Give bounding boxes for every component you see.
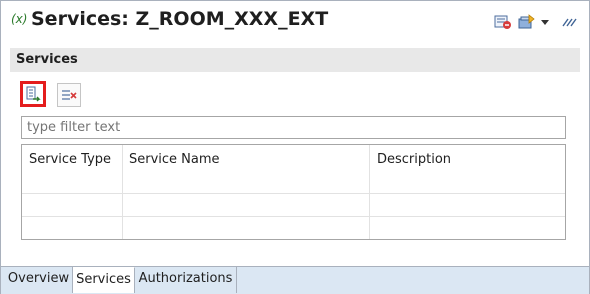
dropdown-arrow-icon[interactable] [539, 13, 551, 31]
remove-service-button[interactable] [57, 83, 81, 107]
variable-icon: (x) [11, 12, 28, 26]
section-title: Services [16, 52, 78, 67]
add-service-icon [26, 86, 41, 102]
activate-icon[interactable] [493, 13, 513, 31]
remove-service-icon [62, 90, 77, 100]
row-divider [22, 216, 565, 217]
row-divider [22, 193, 565, 194]
filter-input[interactable] [21, 116, 566, 139]
tab-overview[interactable]: Overview [5, 267, 73, 293]
tab-services[interactable]: Services [73, 267, 135, 293]
tab-authorizations[interactable]: Authorizations [135, 267, 237, 293]
editor-tabs: Overview Services Authorizations [1, 266, 589, 294]
services-section-header: Services [10, 48, 580, 72]
column-divider [122, 145, 123, 239]
editor-frame: (x) Services: Z_ROOM_XXX_EXT Services ty… [0, 0, 590, 294]
page-title: Services: Z_ROOM_XXX_EXT [31, 8, 329, 30]
publish-icon[interactable] [517, 13, 537, 31]
column-header-service-name[interactable]: Service Name [122, 145, 370, 175]
editor-header: (x) Services: Z_ROOM_XXX_EXT [1, 1, 589, 41]
services-table: Service Type Service Name Description [21, 144, 566, 240]
column-header-service-type[interactable]: Service Type [22, 145, 122, 175]
more-icon[interactable] [559, 13, 579, 31]
column-header-description[interactable]: Description [370, 145, 565, 175]
add-service-button[interactable] [20, 81, 46, 107]
column-divider [369, 145, 370, 239]
